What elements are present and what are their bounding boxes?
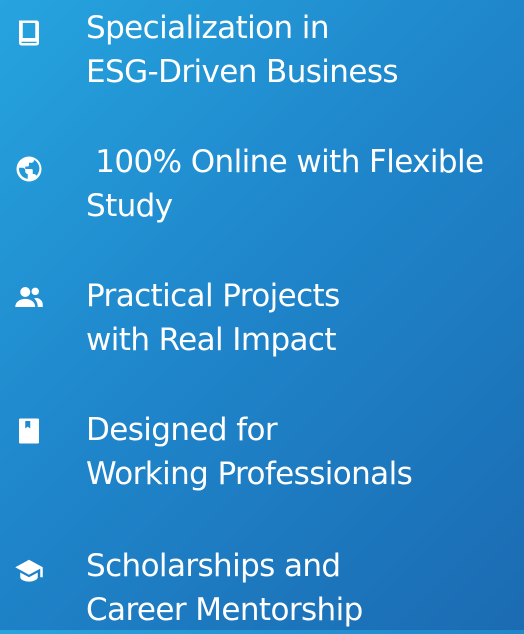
feature-line-1: 100% Online with Flexible (86, 144, 484, 180)
feature-line-2: Study (86, 188, 173, 224)
bookmark-icon (12, 414, 46, 448)
feature-line-1: Practical Projects (86, 278, 340, 314)
graduation-cap-icon (12, 554, 46, 588)
feature-line-2: with Real Impact (86, 322, 337, 358)
feature-item-scholarships: Scholarships and Career Mentorship (0, 544, 524, 634)
feature-line-2: ESG-Driven Business (86, 54, 399, 90)
feature-line-2: Career Mentorship (86, 592, 363, 628)
book-icon (12, 16, 46, 50)
feature-item-designed: Designed for Working Professionals (0, 408, 524, 498)
feature-text: 100% Online with Flexible Study (86, 140, 516, 228)
feature-item-online: 100% Online with Flexible Study (0, 140, 524, 230)
feature-item-projects: Practical Projects with Real Impact (0, 274, 524, 364)
feature-line-1: Designed for (86, 412, 278, 448)
feature-text: Scholarships and Career Mentorship (86, 544, 516, 632)
feature-item-specialization: Specialization in ESG-Driven Business (0, 6, 524, 96)
globe-icon (12, 152, 46, 186)
feature-text: Practical Projects with Real Impact (86, 274, 516, 362)
feature-list: Specialization in ESG-Driven Business 10… (0, 0, 524, 630)
users-icon (12, 280, 46, 314)
feature-text: Designed for Working Professionals (86, 408, 516, 496)
feature-line-1: Scholarships and (86, 548, 341, 584)
feature-text: Specialization in ESG-Driven Business (86, 6, 516, 94)
feature-line-1: Specialization in (86, 10, 329, 46)
feature-line-2: Working Professionals (86, 456, 413, 492)
